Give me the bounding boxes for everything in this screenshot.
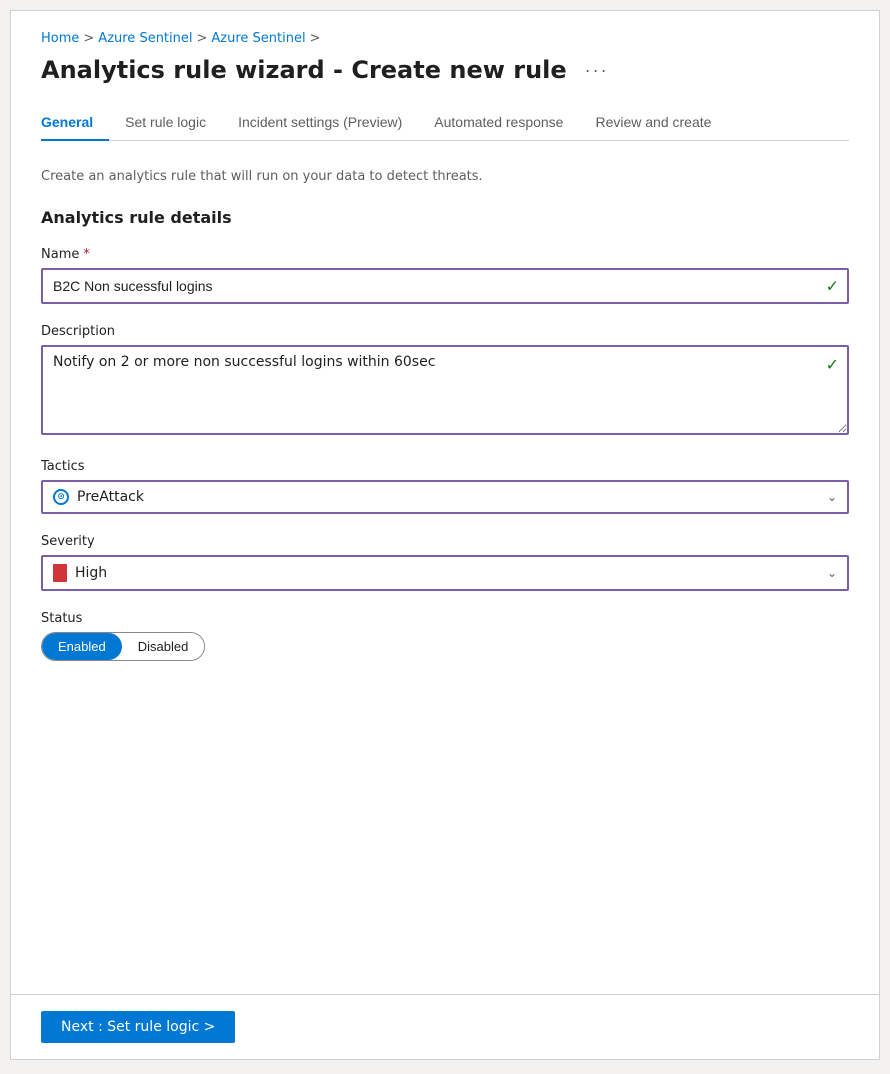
tactics-chevron-icon: ⌄ [827,490,837,504]
tab-automated-response[interactable]: Automated response [418,104,579,140]
name-field-group: Name * ✓ [41,247,849,304]
status-disabled-button[interactable]: Disabled [122,633,205,660]
status-toggle[interactable]: Enabled Disabled [41,632,205,661]
tab-incident-settings[interactable]: Incident settings (Preview) [222,104,418,140]
description-label: Description [41,324,849,339]
name-label: Name * [41,247,849,262]
breadcrumb-sep-3: > [310,31,321,46]
severity-icon [53,564,67,582]
breadcrumb-home[interactable]: Home [41,31,79,46]
tactics-field-group: Tactics ⊙ PreAttack ⌄ [41,459,849,514]
status-enabled-button[interactable]: Enabled [42,633,122,660]
name-input[interactable] [41,268,849,304]
breadcrumb-sentinel-2[interactable]: Azure Sentinel [211,31,305,46]
description-field-group: Description Notify on 2 or more non succ… [41,324,849,439]
page-title-row: Analytics rule wizard - Create new rule … [41,56,849,84]
tactics-dropdown[interactable]: ⊙ PreAttack ⌄ [41,480,849,514]
severity-label: Severity [41,534,849,549]
tactics-icon: ⊙ [53,489,69,505]
description-check-icon: ✓ [826,355,839,374]
breadcrumb-sep-1: > [83,31,94,46]
tactics-value: PreAttack [77,489,144,505]
ellipsis-button[interactable]: ··· [579,58,615,83]
description-textarea[interactable]: Notify on 2 or more non successful login… [41,345,849,435]
section-title: Analytics rule details [41,208,849,227]
page-title: Analytics rule wizard - Create new rule [41,56,567,84]
tactics-dropdown-left: ⊙ PreAttack [53,489,144,505]
breadcrumb-sep-2: > [197,31,208,46]
tabs-container: General Set rule logic Incident settings… [41,104,849,141]
status-label: Status [41,611,849,626]
tactics-label: Tactics [41,459,849,474]
next-button[interactable]: Next : Set rule logic > [41,1011,235,1043]
tab-review-create[interactable]: Review and create [579,104,727,140]
description-input-row: Notify on 2 or more non successful login… [41,345,849,439]
severity-field-group: Severity High ⌄ [41,534,849,591]
severity-dropdown-left: High [53,564,107,582]
severity-value: High [75,565,107,581]
footer: Next : Set rule logic > [11,994,879,1059]
page-container: Home > Azure Sentinel > Azure Sentinel >… [10,10,880,1060]
name-input-row: ✓ [41,268,849,304]
name-required-star: * [83,247,90,262]
status-field-group: Status Enabled Disabled [41,611,849,661]
breadcrumb: Home > Azure Sentinel > Azure Sentinel > [41,31,849,46]
breadcrumb-sentinel-1[interactable]: Azure Sentinel [98,31,192,46]
severity-dropdown[interactable]: High ⌄ [41,555,849,591]
tab-set-rule-logic[interactable]: Set rule logic [109,104,222,140]
page-description: Create an analytics rule that will run o… [41,169,849,184]
main-content: Home > Azure Sentinel > Azure Sentinel >… [11,11,879,781]
severity-chevron-icon: ⌄ [827,566,837,580]
tab-general[interactable]: General [41,104,109,140]
name-check-icon: ✓ [826,277,839,296]
